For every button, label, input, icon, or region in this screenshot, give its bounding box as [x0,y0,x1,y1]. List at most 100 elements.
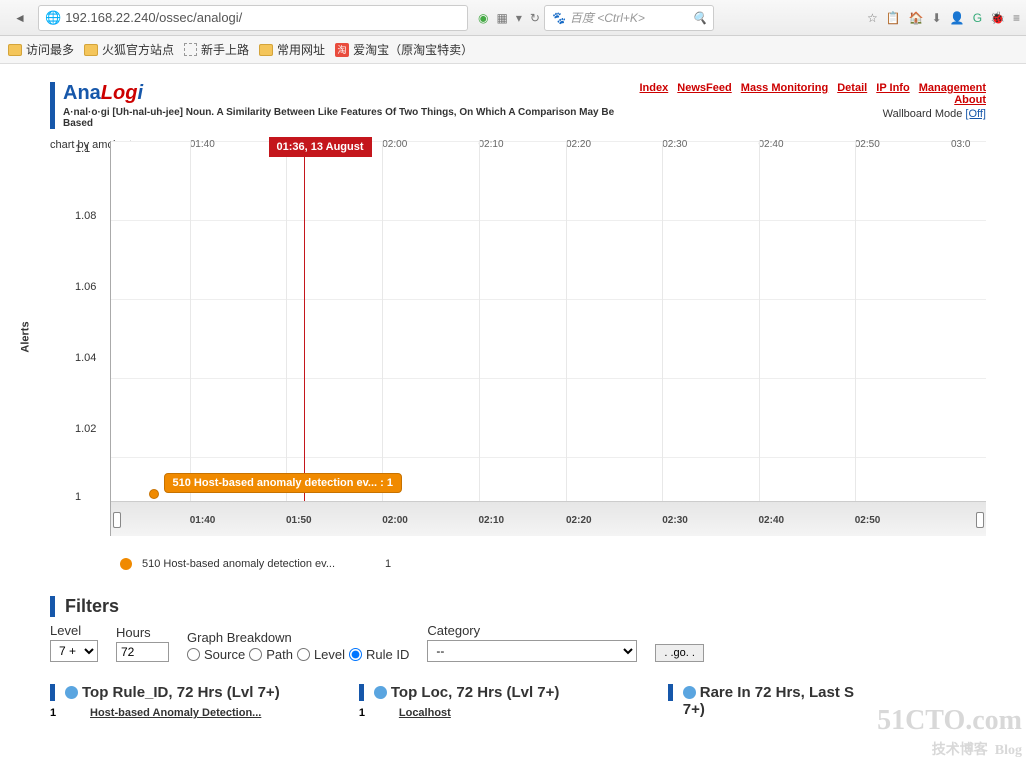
legend-value: 1 [385,558,391,570]
globe-icon: 🌐 [45,10,61,26]
x-top-tick: 02:00 [382,139,407,150]
category-label: Category [427,623,637,638]
chart-area: chart by amcharts.com Alerts 1.1 1.08 1.… [50,141,986,570]
nav-about[interactable]: About [954,94,986,106]
url-bar[interactable]: 🌐 192.168.22.240/ossec/analogi/ [38,5,468,31]
star-icon[interactable]: ☆ [867,11,878,25]
bookmark-firefox[interactable]: 火狐官方站点 [84,41,174,58]
y-tick: 1.1 [75,143,90,155]
url-text: 192.168.22.240/ossec/analogi/ [65,10,242,25]
shield-icon[interactable]: ◉ [478,11,488,25]
chart[interactable]: 1.1 1.08 1.06 1.04 1.02 1 01:40 02:00 02… [110,141,986,536]
breakdown-source[interactable] [187,648,200,661]
search-placeholder: 百度 <Ctrl+K> [570,9,645,26]
taobao-icon: 淘 [335,43,349,57]
y-tick: 1 [75,491,81,503]
legend-label: 510 Host-based anomaly detection ev... [142,558,335,570]
data-point[interactable] [149,489,159,499]
menu-icon[interactable]: ≡ [1013,11,1020,25]
panel2-header: Top Loc, 72 Hrs (Lvl 7+) [359,684,668,701]
browser-toolbar: ◄ 🌐 192.168.22.240/ossec/analogi/ ◉ ▦ ▾ … [0,0,1026,36]
page-icon [184,43,197,56]
x-bot-tick: 01:50 [286,515,312,526]
bookmark-newbie[interactable]: 新手上路 [184,41,249,58]
x-top-tick: 01:40 [190,139,215,150]
timeline-handle-left[interactable] [113,512,121,528]
info-icon [374,686,387,699]
app-title: AnaLogi [63,82,615,105]
nav-links: Index NewsFeed Mass Monitoring Detail IP… [615,82,986,106]
timeline-handle-right[interactable] [976,512,984,528]
breakdown-path[interactable] [249,648,262,661]
y-axis-label: Alerts [20,321,32,352]
panel1-link[interactable]: Host-based Anomaly Detection... [90,707,261,719]
folder-icon [8,44,22,56]
chart-legend: 510 Host-based anomaly detection ev... 1 [120,558,986,570]
level-label: Level [50,623,98,638]
y-tick: 1.06 [75,281,96,293]
x-bot-tick: 02:40 [759,515,785,526]
nav-management[interactable]: Management [919,82,986,94]
reload-icon[interactable]: ↻ [530,11,540,25]
qr-icon[interactable]: ▦ [496,11,507,25]
x-bot-tick: 02:30 [662,515,688,526]
x-bot-tick: 02:10 [479,515,505,526]
cursor-time-badge: 01:36, 13 August [269,137,372,157]
download-icon[interactable]: ⬇ [932,11,942,25]
x-top-tick: 02:50 [855,139,880,150]
filters-heading: Filters [50,596,986,617]
clipboard-icon[interactable]: 📋 [886,11,901,25]
wallboard-mode: Wallboard Mode [Off] [615,108,986,120]
nav-newsfeed[interactable]: NewsFeed [677,82,731,94]
timeline-band[interactable]: 01:40 01:50 02:00 02:10 02:20 02:30 02:4… [111,501,986,536]
nav-index[interactable]: Index [640,82,669,94]
x-top-tick: 03:0 [951,139,970,150]
panel2-count: 1 [359,707,369,719]
paw-icon: 🐾 [551,11,566,25]
panel2-link[interactable]: Localhost [399,707,451,719]
home-icon[interactable]: 🏠 [909,11,924,25]
page-content: AnaLogi A·nal·o·gi [Uh-nal-uh-jee] Noun.… [0,64,1026,719]
wallboard-toggle[interactable]: [Off] [965,108,986,120]
y-tick: 1.04 [75,352,96,364]
bookmark-taobao[interactable]: 淘爱淘宝（原淘宝特卖） [335,41,473,58]
bookmark-common[interactable]: 常用网址 [259,41,325,58]
y-tick: 1.02 [75,423,96,435]
go-button[interactable]: . .go. . [655,644,704,662]
search-bar[interactable]: 🐾 百度 <Ctrl+K> 🔍 [544,5,714,31]
x-bot-tick: 02:50 [855,515,881,526]
x-top-tick: 02:40 [759,139,784,150]
panel1-header: Top Rule_ID, 72 Hrs (Lvl 7+) [50,684,359,701]
breakdown-level[interactable] [297,648,310,661]
level-select[interactable]: 7 + [50,640,98,662]
panel1-count: 1 [50,707,60,719]
user-icon[interactable]: 👤 [950,11,965,25]
x-top-tick: 02:10 [479,139,504,150]
bug-icon[interactable]: 🐞 [990,11,1005,25]
nav-ipinfo[interactable]: IP Info [876,82,909,94]
app-subtitle: A·nal·o·gi [Uh-nal-uh-jee] Noun. A Simil… [63,107,615,129]
hours-label: Hours [116,625,169,640]
x-bot-tick: 01:40 [190,515,216,526]
info-icon [65,686,78,699]
x-bot-tick: 02:20 [566,515,592,526]
filters-row: Level 7 + Hours Graph Breakdown Source P… [50,623,986,662]
app-title-block: AnaLogi A·nal·o·gi [Uh-nal-uh-jee] Noun.… [50,82,615,129]
panel3-header: Rare In 72 Hrs, Last S [668,684,977,701]
dropdown-icon[interactable]: ▾ [516,11,522,25]
breakdown-label: Graph Breakdown [187,630,409,645]
folder-icon [259,44,273,56]
legend-dot-icon [120,558,132,570]
back-button[interactable]: ◄ [6,4,34,32]
nav-mass[interactable]: Mass Monitoring [741,82,828,94]
x-bot-tick: 02:00 [382,515,408,526]
g-icon[interactable]: G [973,11,982,25]
folder-icon [84,44,98,56]
breakdown-ruleid[interactable] [349,648,362,661]
bookmark-most[interactable]: 访问最多 [8,41,74,58]
category-select[interactable]: -- [427,640,637,662]
hours-input[interactable] [116,642,169,662]
x-top-tick: 02:20 [566,139,591,150]
nav-detail[interactable]: Detail [837,82,867,94]
search-icon[interactable]: 🔍 [692,11,707,25]
